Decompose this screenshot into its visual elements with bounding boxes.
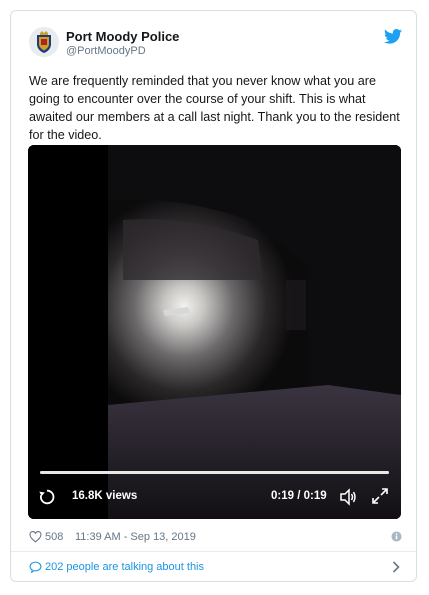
video-player[interactable]: 16.8K views 0:19 / 0:19 xyxy=(28,145,401,519)
tweet-meta: 508 11:39 AM - Sep 13, 2019 xyxy=(29,530,402,548)
video-progress-bar[interactable] xyxy=(40,471,389,474)
tweet-datetime[interactable]: 11:39 AM - Sep 13, 2019 xyxy=(75,531,196,543)
tweet-card[interactable]: Port Moody Police @PortMoodyPD We are fr… xyxy=(10,10,417,582)
video-time: 0:19 / 0:19 xyxy=(271,490,327,502)
video-controls: 16.8K views 0:19 / 0:19 xyxy=(28,485,401,509)
view-count: 16.8K views xyxy=(72,490,138,502)
video-progress-fill xyxy=(40,471,389,474)
police-crest-icon[interactable] xyxy=(29,27,59,57)
conversation-label[interactable]: 202 people are talking about this xyxy=(45,561,204,573)
volume-icon[interactable] xyxy=(338,487,358,507)
divider xyxy=(11,551,416,552)
speech-bubble-icon xyxy=(29,561,42,573)
conversation-link[interactable]: 202 people are talking about this xyxy=(29,560,402,578)
tweet-header: Port Moody Police @PortMoodyPD xyxy=(29,27,402,63)
twitter-bird-icon[interactable] xyxy=(384,29,402,44)
heart-icon[interactable] xyxy=(29,531,42,543)
like-count[interactable]: 508 xyxy=(45,531,63,543)
video-frame xyxy=(28,145,401,519)
chevron-right-icon[interactable] xyxy=(392,561,400,573)
info-icon[interactable] xyxy=(391,531,402,542)
account-handle[interactable]: @PortMoodyPD xyxy=(66,45,146,57)
fullscreen-icon[interactable] xyxy=(371,487,389,505)
account-name[interactable]: Port Moody Police xyxy=(66,29,179,44)
tweet-text: We are frequently reminded that you neve… xyxy=(29,74,400,142)
replay-icon[interactable] xyxy=(38,488,56,506)
